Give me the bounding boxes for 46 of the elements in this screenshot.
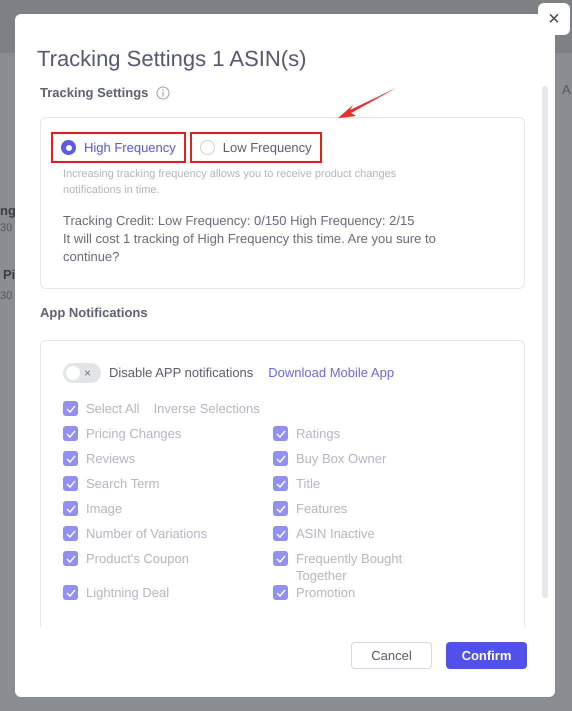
checkbox-label: Ratings xyxy=(296,425,340,442)
section-label: App Notifications xyxy=(40,304,149,322)
checkbox-label: Lightning Deal xyxy=(86,584,170,601)
checkbox-label: Number of Variations xyxy=(86,525,208,542)
checkbox-label: Features xyxy=(296,500,348,517)
hint-text: Increasing tracking frequency allows you to receive product changes notifications in time. xyxy=(63,167,398,198)
check-icon xyxy=(276,454,286,462)
check-icon xyxy=(276,554,286,562)
check-icon xyxy=(276,530,286,538)
check-icon xyxy=(276,480,286,488)
confirm-button[interactable]: Confirm xyxy=(446,642,527,669)
checkbox-label: Select All xyxy=(86,400,140,417)
toggle-label: Disable APP notifications xyxy=(109,364,254,382)
check-icon xyxy=(276,504,286,512)
checkbox-label: Pricing Changes xyxy=(86,425,182,442)
check-icon xyxy=(276,430,286,438)
background-text: ng xyxy=(0,202,16,220)
checkbox-label: ASIN Inactive xyxy=(296,525,375,542)
info-icon[interactable] xyxy=(156,86,170,100)
cancel-button[interactable]: Cancel xyxy=(351,642,432,669)
dialog-title: Tracking Settings 1 ASIN(s) xyxy=(37,45,306,73)
radio-option[interactable]: High Frequency xyxy=(51,132,186,163)
checkbox-label: Frequently Bought Together xyxy=(296,550,404,584)
check-icon xyxy=(66,530,76,538)
check-icon xyxy=(66,404,76,412)
credit-text: Tracking Credit: Low Frequency: 0/150 High Frequency: 2/15 xyxy=(62,212,416,230)
check-icon xyxy=(276,588,286,596)
check-icon xyxy=(66,554,76,562)
check-icon xyxy=(66,430,76,438)
check-icon xyxy=(66,454,76,462)
checkbox-label: Image xyxy=(86,500,122,517)
radio-option[interactable]: Low Frequency xyxy=(190,132,322,163)
checkbox-label: Search Term xyxy=(86,475,160,492)
check-icon xyxy=(66,588,76,596)
checkbox-label: Product's Coupon xyxy=(86,550,189,567)
background-text: Pi xyxy=(3,266,16,284)
checkbox-label: Promotion xyxy=(296,584,356,601)
checkbox-label: Buy Box Owner xyxy=(296,450,386,467)
check-icon xyxy=(66,480,76,488)
section-label: Tracking Settings xyxy=(40,84,148,102)
close-button[interactable]: × xyxy=(538,3,570,35)
confirm-text: It will cost 1 tracking of High Frequency this time. Are you sure to continue? xyxy=(63,230,437,266)
checkbox-label: Title xyxy=(296,475,320,492)
check-icon xyxy=(66,504,76,512)
scrollbar[interactable] xyxy=(542,86,548,598)
checkbox-label: Reviews xyxy=(86,450,136,467)
